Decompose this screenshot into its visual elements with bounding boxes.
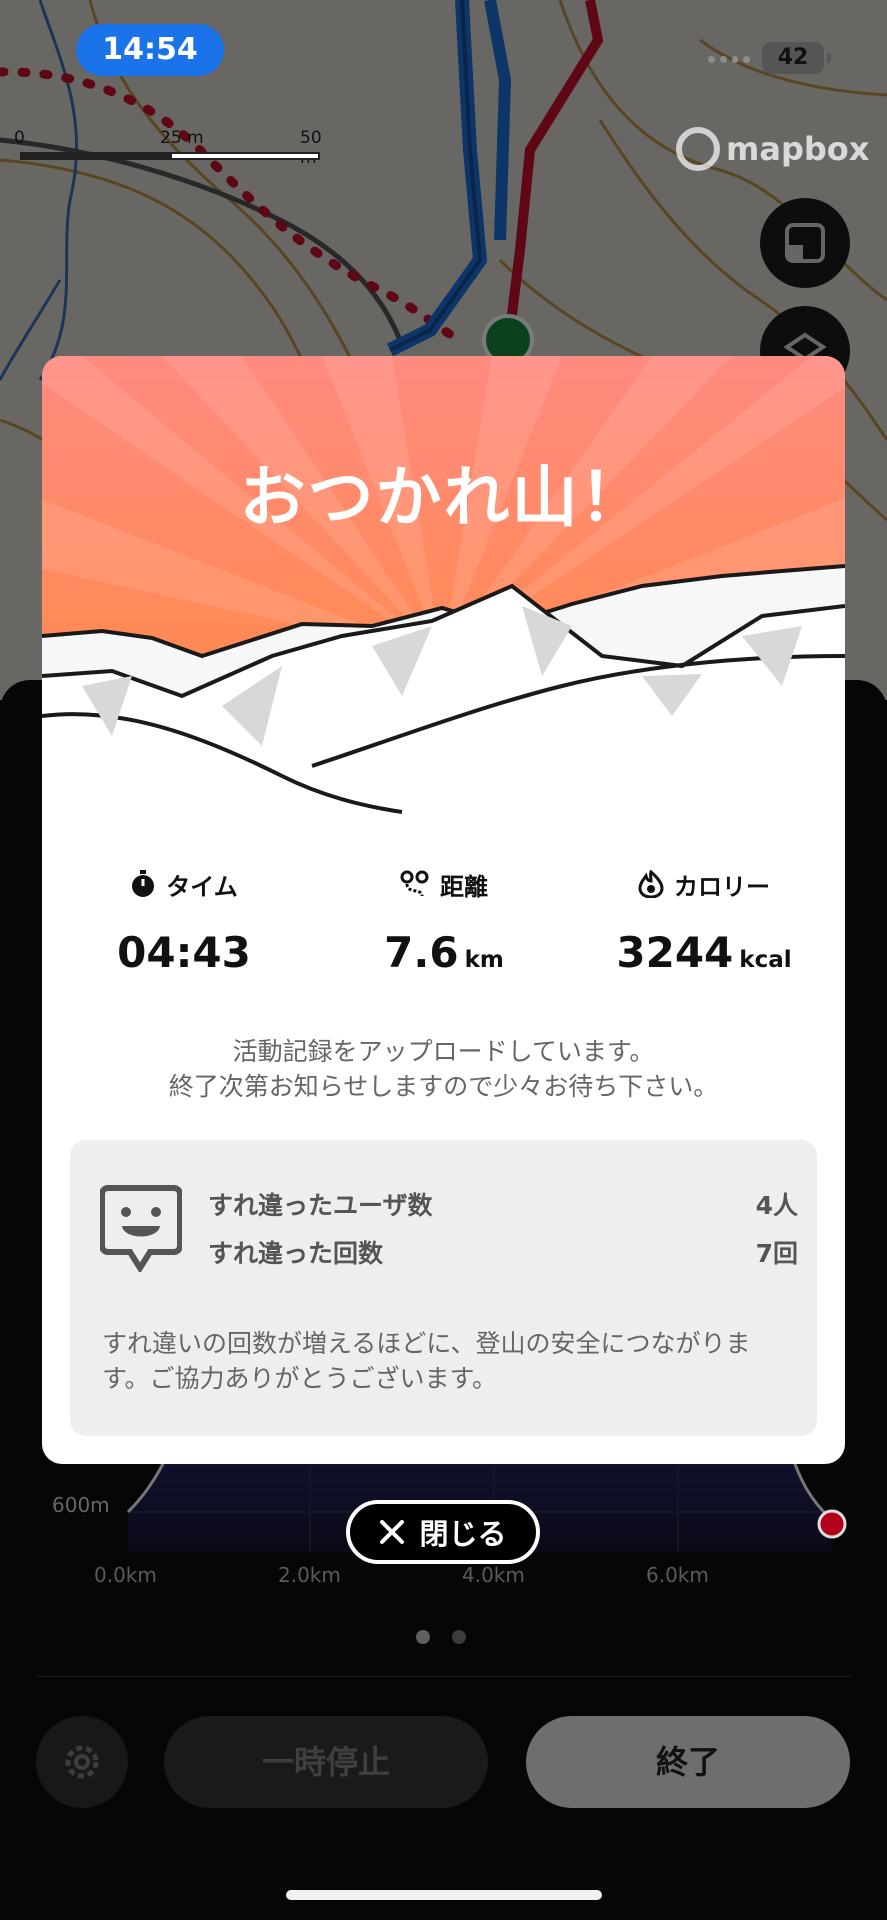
close-icon xyxy=(380,1520,405,1544)
passing-users-row: すれ違ったユーザ数 4人 xyxy=(208,1186,798,1222)
divider xyxy=(36,1676,851,1677)
stat-time-label: タイム xyxy=(166,872,238,901)
scale-label-50: 50 m xyxy=(300,128,322,168)
passing-users-label: すれ違ったユーザ数 xyxy=(208,1191,433,1220)
scale-label-25: 25 m xyxy=(160,128,204,148)
upload-message-line-2: 終了次第お知らせしますので少々お待ち下さい。 xyxy=(168,1072,719,1101)
stat-distance-unit: km xyxy=(464,947,504,973)
elevation-x-label-0: 0.0km xyxy=(94,1563,157,1587)
stat-calories-unit: kcal xyxy=(739,947,792,973)
home-indicator[interactable] xyxy=(286,1890,602,1900)
elevation-y-label: 600m xyxy=(52,1493,110,1517)
page-indicator[interactable] xyxy=(416,1630,466,1644)
passing-users-value: 4人 xyxy=(755,1191,798,1220)
passing-info-box: すれ違ったユーザ数 4人 すれ違った回数 7回 すれ違いの回数が増えるほどに、登… xyxy=(70,1140,817,1436)
passing-count-value: 7回 xyxy=(755,1239,798,1268)
end-button[interactable]: 終了 xyxy=(526,1716,850,1808)
stat-distance-value: 7.6 xyxy=(384,928,459,977)
signal-icon xyxy=(708,56,750,64)
upload-message-line-1: 活動記録をアップロードしています。 xyxy=(232,1037,655,1066)
stat-time: タイム 04:43 xyxy=(54,866,314,977)
stat-calories: カロリー 3244 kcal xyxy=(574,866,834,977)
settings-button[interactable] xyxy=(36,1716,128,1808)
stat-calories-value-row: 3244 kcal xyxy=(574,928,834,977)
elevation-x-label-6: 6.0km xyxy=(646,1563,709,1587)
battery-icon: 42 xyxy=(762,42,831,74)
smile-face-icon xyxy=(100,1185,182,1272)
passing-count-label: すれ違った回数 xyxy=(208,1239,384,1268)
mapbox-wordmark: mapbox xyxy=(726,130,870,168)
pause-button[interactable]: 一時停止 xyxy=(164,1716,488,1808)
page-dot-1[interactable] xyxy=(416,1630,430,1644)
sunset-mountain-illustration xyxy=(42,356,845,816)
scale-label-0: 0 xyxy=(14,128,25,148)
activity-stats: タイム 04:43 距離 7.6 km カロリー 3244 kcal xyxy=(42,866,845,1006)
expand-icon xyxy=(785,223,825,263)
map-scale-bar: 0 25 m 50 m xyxy=(14,128,324,168)
stat-time-value: 04:43 xyxy=(117,928,251,977)
elevation-x-label-2: 2.0km xyxy=(278,1563,341,1587)
route-icon xyxy=(400,870,429,897)
stat-distance-value-row: 7.6 km xyxy=(314,928,574,977)
close-button-label: 閉じる xyxy=(419,1517,507,1551)
close-button[interactable]: 閉じる xyxy=(346,1500,540,1564)
flame-icon xyxy=(638,870,664,898)
page-dot-2[interactable] xyxy=(452,1630,466,1644)
stat-distance-label: 距離 xyxy=(440,872,488,901)
summary-modal: おつかれ山！ タイム 04:43 距離 7.6 km カロリー 3244 kca… xyxy=(42,356,845,1464)
scale-bar-graphic xyxy=(20,152,320,160)
stat-distance: 距離 7.6 km xyxy=(314,866,574,977)
elevation-x-label-4: 4.0km xyxy=(462,1563,525,1587)
stopwatch-icon xyxy=(132,870,155,897)
passing-count-row: すれ違った回数 7回 xyxy=(208,1234,798,1270)
passing-note: すれ違いの回数が増えるほどに、登山の安全につながります。ご協力ありがとうございま… xyxy=(102,1329,751,1393)
gear-icon xyxy=(65,1745,99,1779)
stat-calories-value: 3244 xyxy=(616,928,734,977)
status-time: 14:54 xyxy=(76,24,224,76)
stat-time-value-row: 04:43 xyxy=(54,928,314,977)
expand-map-button[interactable] xyxy=(760,198,850,288)
stat-calories-label: カロリー xyxy=(674,872,770,901)
current-position-marker xyxy=(817,1509,847,1539)
upload-message: 活動記録をアップロードしています。 終了次第お知らせしますので少々お待ち下さい。 xyxy=(42,1034,845,1104)
modal-title: おつかれ山！ xyxy=(239,459,648,536)
mapbox-logo: mapbox xyxy=(676,126,869,172)
